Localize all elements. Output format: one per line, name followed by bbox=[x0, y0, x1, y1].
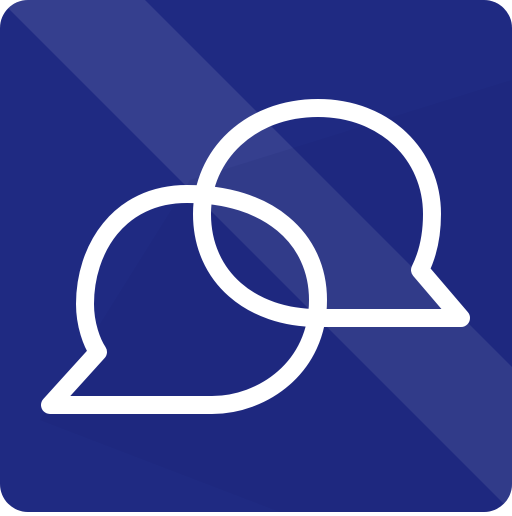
chat-bubbles-app-icon bbox=[0, 0, 512, 512]
app-icon bbox=[0, 0, 512, 512]
